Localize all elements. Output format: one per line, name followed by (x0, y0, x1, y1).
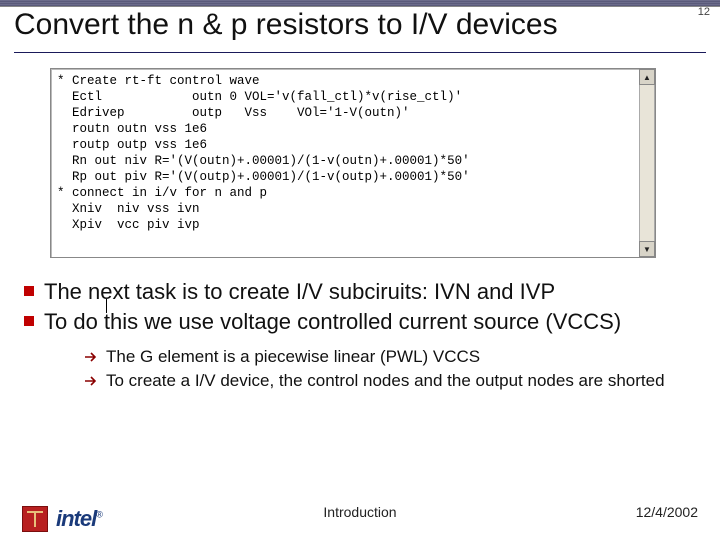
footer: Introduction 12/4/2002 (0, 504, 720, 528)
bullet-text: The next task is to create I/V subciruit… (44, 278, 555, 306)
title-underline (14, 52, 706, 53)
footer-date: 12/4/2002 (636, 504, 698, 520)
arrow-bullet-icon (84, 351, 98, 363)
bullet-item: The next task is to create I/V subciruit… (24, 278, 696, 306)
square-bullet-icon (24, 316, 34, 326)
code-panel: * Create rt-ft control wave Ectl outn 0 … (50, 68, 656, 258)
sub-bullet-item: To create a I/V device, the control node… (84, 370, 696, 392)
sub-bullet-list: The G element is a piecewise linear (PWL… (84, 346, 696, 392)
bullet-list: The next task is to create I/V subciruit… (24, 278, 696, 394)
bullet-text: To do this we use voltage controlled cur… (44, 308, 621, 336)
page-title: Convert the n & p resistors to I/V devic… (14, 8, 558, 42)
footer-center: Introduction (0, 504, 720, 520)
arrow-bullet-icon (84, 375, 98, 387)
scroll-track[interactable] (639, 85, 655, 241)
top-strip (0, 0, 720, 7)
page-number: 12 (698, 6, 710, 18)
sub-bullet-item: The G element is a piecewise linear (PWL… (84, 346, 696, 368)
sub-bullet-text: To create a I/V device, the control node… (106, 370, 665, 392)
code-text[interactable]: * Create rt-ft control wave Ectl outn 0 … (51, 69, 648, 257)
scroll-down-button[interactable]: ▼ (639, 241, 655, 257)
sub-bullet-text: The G element is a piecewise linear (PWL… (106, 346, 480, 368)
scroll-up-button[interactable]: ▲ (639, 69, 655, 85)
square-bullet-icon (24, 286, 34, 296)
bullet-item: To do this we use voltage controlled cur… (24, 308, 696, 336)
